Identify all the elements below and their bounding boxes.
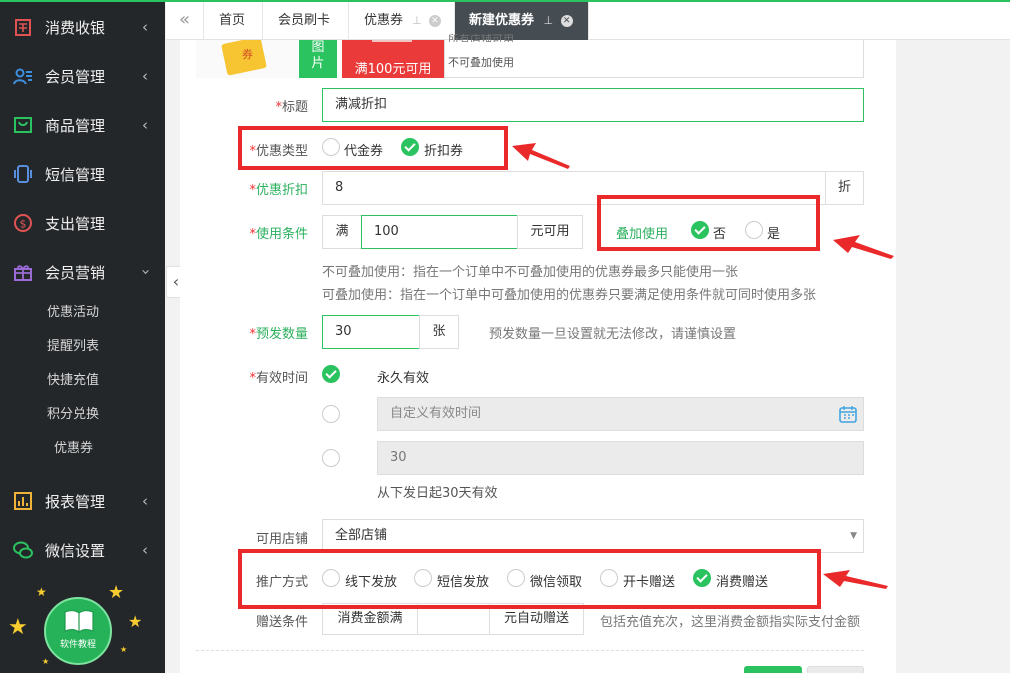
annotation-arrow — [512, 143, 570, 169]
annotation-arrow — [833, 235, 894, 259]
annotation-arrow — [823, 570, 888, 589]
annotation-arrows — [512, 143, 894, 589]
